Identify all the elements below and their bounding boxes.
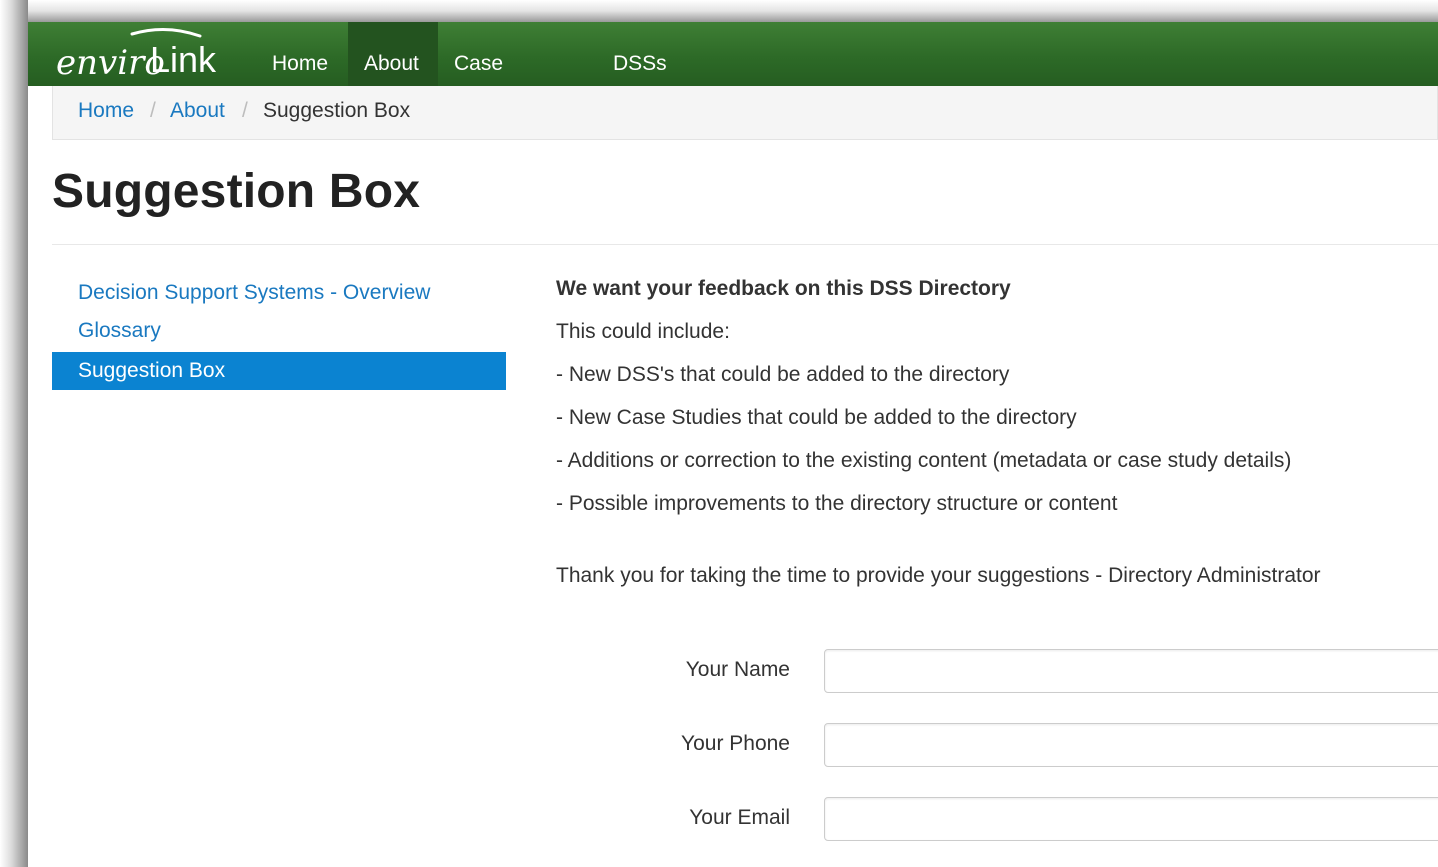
nav-case-studies[interactable]: Case studies <box>438 22 588 159</box>
your-email-label: Your Email <box>689 806 790 829</box>
feedback-heading: We want your feedback on this DSS Direct… <box>556 277 1011 300</box>
list-item: - New Case Studies that could be added t… <box>556 406 1077 429</box>
svg-text:enviro: enviro <box>56 43 165 82</box>
your-name-input[interactable] <box>824 649 1438 693</box>
nav-dsss[interactable]: DSSs <box>597 22 687 86</box>
breadcrumb-about[interactable]: About <box>170 99 225 123</box>
intro-text: This could include: <box>556 320 730 343</box>
list-item: - Possible improvements to the directory… <box>556 492 1118 515</box>
your-email-input[interactable] <box>824 797 1438 841</box>
sidebar-item-dss-overview[interactable]: Decision Support Systems - Overview <box>52 274 506 312</box>
your-phone-label: Your Phone <box>681 732 790 755</box>
sidebar-item-glossary[interactable]: Glossary <box>52 312 506 350</box>
sidebar-item-suggestion-box[interactable]: Suggestion Box <box>52 352 506 390</box>
page: enviro Link Home About Case studies DSSs… <box>28 22 1438 867</box>
nav-about[interactable]: About <box>348 22 438 86</box>
breadcrumb-separator: / <box>150 99 156 122</box>
breadcrumb-current: Suggestion Box <box>263 99 411 122</box>
nav-home[interactable]: Home <box>256 22 348 86</box>
your-name-label: Your Name <box>685 658 790 681</box>
breadcrumb: Home / About / Suggestion Box <box>52 86 1438 140</box>
navbar: enviro Link Home About Case studies DSSs <box>28 22 1438 159</box>
envirolink-logo[interactable]: enviro Link <box>54 26 234 82</box>
list-item: - Additions or correction to the existin… <box>556 449 1292 472</box>
page-title: Suggestion Box <box>52 165 421 218</box>
breadcrumb-home[interactable]: Home <box>78 99 134 123</box>
breadcrumb-separator: / <box>242 99 248 122</box>
svg-text:Link: Link <box>150 39 217 80</box>
your-phone-input[interactable] <box>824 723 1438 767</box>
thank-you-text: Thank you for taking the time to provide… <box>556 564 1321 587</box>
frame-shadow <box>0 0 1438 24</box>
title-divider <box>52 244 1438 245</box>
logo-swoosh-icon: enviro Link <box>56 27 217 82</box>
list-item: - New DSS's that could be added to the d… <box>556 363 1010 386</box>
frame-shadow-left <box>0 0 28 867</box>
